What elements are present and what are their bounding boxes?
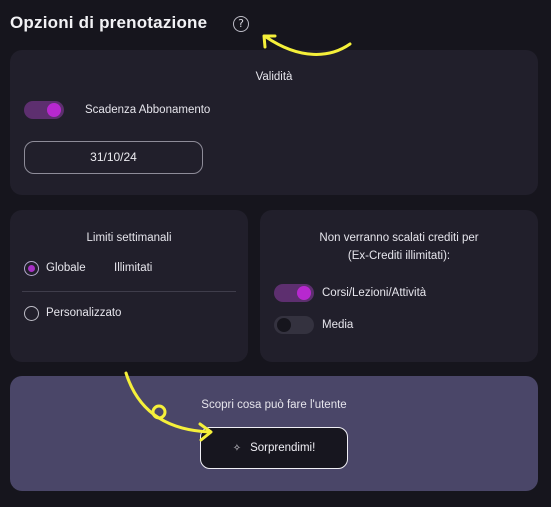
global-limit-value: Illimitati xyxy=(114,262,153,274)
radio-global-label: Globale xyxy=(46,262,86,274)
radio-global[interactable] xyxy=(24,261,39,276)
radio-custom-label: Personalizzato xyxy=(46,307,122,319)
toggle-knob xyxy=(277,318,291,332)
divider xyxy=(22,291,236,292)
validity-heading: Validità xyxy=(255,71,293,83)
weekly-limits-heading: Limiti settimanali xyxy=(86,232,172,244)
credits-heading-line1: Non verranno scalati crediti per xyxy=(319,232,479,244)
weekly-limits-card: Limiti settimanali Globale Illimitati Pe… xyxy=(10,210,248,362)
media-toggle[interactable] xyxy=(274,316,314,334)
expiration-toggle[interactable] xyxy=(24,101,64,119)
media-toggle-label: Media xyxy=(322,319,354,331)
toggle-knob xyxy=(47,103,61,117)
courses-toggle-label: Corsi/Lezioni/Attività xyxy=(322,287,427,299)
help-icon[interactable]: ? xyxy=(233,16,249,32)
arrow-to-help-icon-head xyxy=(262,34,277,49)
discover-text: Scopri cosa può fare l'utente xyxy=(201,399,347,411)
radio-custom[interactable] xyxy=(24,306,39,321)
surprise-button-label: Sorprendimi! xyxy=(250,442,316,454)
expiration-toggle-label: Scadenza Abbonamento xyxy=(85,104,211,116)
page-title: Opzioni di prenotazione xyxy=(10,13,208,32)
credits-card: Non verranno scalati crediti per (Ex-Cre… xyxy=(260,210,538,362)
sparkle-icon: ✧ xyxy=(232,442,242,454)
credits-heading-line2: (Ex-Crediti illimitati): xyxy=(347,250,451,262)
validity-card: Validità Scadenza Abbonamento 31/10/24 xyxy=(10,50,538,195)
toggle-knob xyxy=(297,286,311,300)
discover-card: Scopri cosa può fare l'utente ✧ Sorprend… xyxy=(10,376,538,491)
expiration-date-field[interactable]: 31/10/24 xyxy=(24,141,203,174)
courses-toggle[interactable] xyxy=(274,284,314,302)
surprise-button[interactable]: ✧ Sorprendimi! xyxy=(200,427,348,469)
